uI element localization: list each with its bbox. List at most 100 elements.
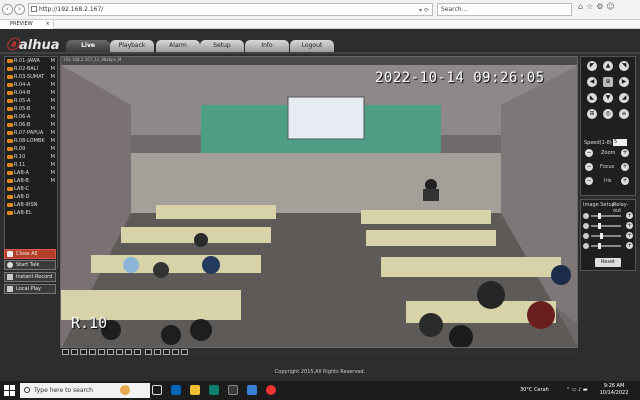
ptz-down-right-icon[interactable]: ◢: [619, 93, 629, 103]
iris-close-icon[interactable]: −: [585, 177, 593, 185]
main-stream-flag[interactable]: M: [51, 121, 55, 129]
main-stream-flag[interactable]: M: [51, 145, 55, 153]
channel-item[interactable]: R.06-A M: [5, 113, 57, 121]
channel-item[interactable]: R.08-LOMBK M: [5, 137, 57, 145]
windows-start-icon[interactable]: [4, 385, 15, 396]
ptz-zoom-area-icon[interactable]: ⊞: [587, 109, 597, 119]
channel-item[interactable]: R.09 M: [5, 145, 57, 153]
channel-item[interactable]: R.05-B M: [5, 105, 57, 113]
taskbar-search-input[interactable]: Type here to search: [20, 383, 150, 398]
main-stream-flag[interactable]: M: [51, 177, 55, 185]
store-icon[interactable]: [228, 385, 238, 395]
start-talk-button[interactable]: Start Talk: [4, 260, 56, 270]
brightness-slider[interactable]: [591, 213, 621, 219]
layout-25-icon[interactable]: [107, 349, 114, 355]
tab-preview[interactable]: PREVIEW ×: [0, 20, 54, 29]
ptz-preset-icon[interactable]: ◎: [603, 109, 613, 119]
stream-icon[interactable]: [134, 349, 141, 355]
nav-alarm[interactable]: Alarm: [156, 40, 200, 52]
snapshot-icon[interactable]: [145, 349, 152, 355]
main-stream-flag[interactable]: M: [51, 89, 55, 97]
contrast-plus-icon[interactable]: +: [626, 222, 633, 229]
live-video-view[interactable]: 192.168.2.167_12_98kbps_M 2022-10-14 09:…: [60, 56, 578, 348]
channel-item[interactable]: R.03-SUMAT M: [5, 73, 57, 81]
tab-close-icon[interactable]: ×: [45, 20, 49, 29]
channel-item[interactable]: R.04-B M: [5, 89, 57, 97]
main-stream-flag[interactable]: M: [51, 57, 55, 65]
ptz-up-icon[interactable]: ▲: [603, 61, 613, 71]
layout-16-icon[interactable]: [98, 349, 105, 355]
slider-knob[interactable]: [600, 233, 603, 239]
channel-item[interactable]: LAB-A M: [5, 169, 57, 177]
page-last-icon[interactable]: [181, 349, 188, 355]
channel-item[interactable]: R.05-A M: [5, 97, 57, 105]
ptz-left-icon[interactable]: ◀: [587, 77, 597, 87]
slider-knob[interactable]: [598, 223, 601, 229]
forward-button-icon[interactable]: ›: [14, 4, 25, 15]
ptz-up-left-icon[interactable]: ◤: [587, 61, 597, 71]
saturation-plus-icon[interactable]: +: [626, 232, 633, 239]
nav-live[interactable]: Live: [66, 40, 110, 52]
main-stream-flag[interactable]: M: [51, 153, 55, 161]
ptz-down-left-icon[interactable]: ◣: [587, 93, 597, 103]
channel-item[interactable]: R.07-PAPUA M: [5, 129, 57, 137]
tab-image-setup[interactable]: Image Setup: [583, 202, 615, 208]
zoom-out-icon[interactable]: −: [585, 149, 593, 157]
ptz-right-icon[interactable]: ▶: [619, 77, 629, 87]
instant-record-button[interactable]: Instant Record: [4, 272, 56, 282]
focus-near-icon[interactable]: −: [585, 163, 593, 171]
nav-playback[interactable]: Playback: [110, 40, 154, 52]
focus-far-icon[interactable]: +: [621, 163, 629, 171]
file-explorer-icon[interactable]: [190, 385, 200, 395]
local-play-button[interactable]: Local Play: [4, 284, 56, 294]
weather-widget-icon[interactable]: [120, 385, 130, 395]
page-prev-icon[interactable]: [154, 349, 161, 355]
layout-36-icon[interactable]: [116, 349, 123, 355]
channel-item[interactable]: LAB-IRSN: [5, 201, 57, 209]
main-stream-flag[interactable]: M: [51, 81, 55, 89]
channel-item[interactable]: LAB-D: [5, 193, 57, 201]
layout-4-icon[interactable]: [71, 349, 78, 355]
ptz-up-right-icon[interactable]: ◥: [619, 61, 629, 71]
main-stream-flag[interactable]: M: [51, 169, 55, 177]
main-stream-flag[interactable]: M: [51, 113, 55, 121]
reset-button[interactable]: Reset: [595, 258, 621, 267]
zoom-in-icon[interactable]: +: [621, 149, 629, 157]
contrast-slider[interactable]: [591, 223, 621, 229]
slider-knob[interactable]: [598, 243, 601, 249]
taskbar-clock[interactable]: 9:26 AM 10/14/2022: [596, 383, 632, 397]
back-button-icon[interactable]: ‹: [2, 4, 13, 15]
weather-text[interactable]: 30°C Cerah: [520, 381, 549, 400]
close-all-button[interactable]: Close All: [4, 249, 56, 259]
layout-9-icon[interactable]: [80, 349, 87, 355]
browser-toolbar-icons[interactable]: ⌂☆⚙☺: [578, 2, 618, 11]
main-stream-flag[interactable]: M: [51, 129, 55, 137]
speed-select[interactable]: 5: [613, 139, 627, 146]
main-stream-flag[interactable]: M: [51, 137, 55, 145]
fullscreen-icon[interactable]: [89, 349, 96, 355]
channel-item[interactable]: R.02-BALI M: [5, 65, 57, 73]
channel-item[interactable]: R.04-A M: [5, 81, 57, 89]
mail-icon[interactable]: [171, 385, 181, 395]
main-stream-flag[interactable]: M: [51, 105, 55, 113]
channel-item[interactable]: R.11 M: [5, 161, 57, 169]
internet-explorer-icon[interactable]: [247, 385, 257, 395]
nav-setup[interactable]: Setup: [200, 40, 244, 52]
url-input[interactable]: http://192.168.2.167/ ▾ ⟳: [28, 3, 433, 16]
hue-plus-icon[interactable]: +: [626, 242, 633, 249]
page-first-icon[interactable]: [172, 349, 179, 355]
saturation-slider[interactable]: [591, 233, 621, 239]
edge-icon[interactable]: [209, 385, 219, 395]
browser-search-input[interactable]: Search...: [437, 3, 572, 16]
layout-1-icon[interactable]: [62, 349, 69, 355]
channel-item[interactable]: LAB-EL: [5, 209, 57, 217]
brightness-plus-icon[interactable]: +: [626, 212, 633, 219]
page-next-icon[interactable]: [163, 349, 170, 355]
ptz-menu-icon[interactable]: ≡: [619, 109, 629, 119]
tray-icons[interactable]: ⌃ ▭ ♪ ▬: [566, 381, 588, 400]
main-stream-flag[interactable]: M: [51, 161, 55, 169]
channel-item[interactable]: R.10 M: [5, 153, 57, 161]
main-stream-flag[interactable]: M: [51, 73, 55, 81]
ptz-center-icon[interactable]: ⊕: [603, 77, 613, 87]
ptz-down-icon[interactable]: ▼: [603, 93, 613, 103]
